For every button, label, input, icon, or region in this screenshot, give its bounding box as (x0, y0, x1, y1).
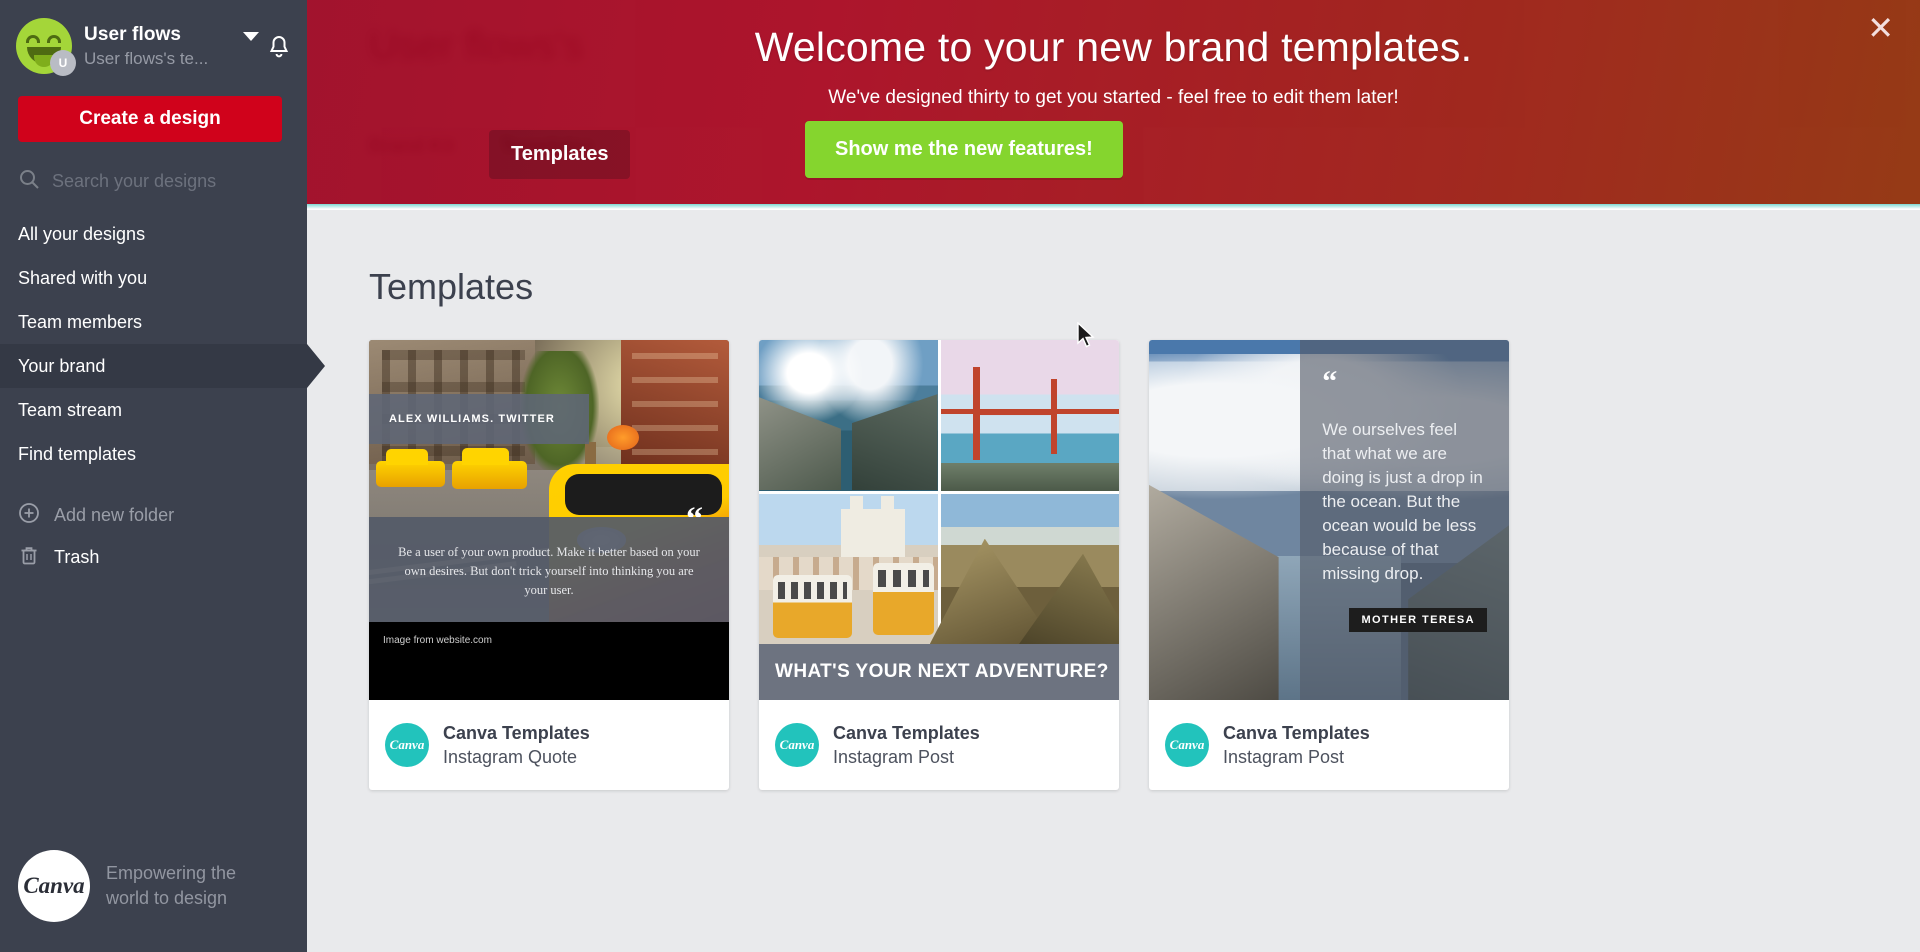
sidebar-item-add-new-folder[interactable]: Add new folder (0, 494, 307, 536)
sidebar-item-label: Your brand (18, 356, 106, 376)
attribution-bar: ALEX WILLIAMS. TWITTER (369, 394, 589, 445)
sidebar-item-all-your-designs[interactable]: All your designs (0, 212, 307, 256)
sidebar-item-find-templates[interactable]: Find templates (0, 432, 307, 476)
account-name: User flows (84, 23, 182, 45)
street-sign (606, 424, 639, 450)
card-footer: Canva Canva Templates Instagram Quote (369, 700, 729, 790)
content-area: Templates ALEX WILLIAMS. TWITTER Be a us… (307, 209, 1920, 952)
trash-icon (18, 544, 40, 571)
search-input[interactable]: Search your designs (18, 166, 291, 196)
sidebar-item-label: Shared with you (18, 268, 148, 288)
collage-photo-bridge (940, 340, 1119, 491)
attribution-text: ALEX WILLIAMS. TWITTER (389, 413, 555, 426)
canva-badge-icon: Canva (1165, 723, 1209, 767)
avatar-badge: U (50, 50, 76, 76)
avatar-eye-left (26, 35, 40, 43)
bell-icon[interactable] (267, 35, 291, 66)
credit-text: Image from website.com (383, 635, 492, 646)
search-placeholder: Search your designs (52, 170, 217, 191)
caption-text: WHAT'S YOUR NEXT ADVENTURE? (775, 661, 1109, 682)
credit-bar: Image from website.com (369, 622, 729, 700)
bridge-land (940, 463, 1119, 491)
sidebar-item-label: Add new folder (54, 504, 175, 525)
canva-tagline: Empowering the world to design (106, 863, 237, 908)
caption-bar: WHAT'S YOUR NEXT ADVENTURE? (759, 644, 1119, 700)
main-area: User flows's Brand Kit Templates Welcome… (307, 0, 1920, 952)
account-team: User flows's te... (84, 48, 209, 68)
avatar: U (16, 18, 76, 76)
account-switcher[interactable]: U User flows User flows's te... (0, 0, 307, 76)
sidebar-nav: All your designs Shared with you Team memb… (0, 212, 325, 476)
sidebar-item-team-stream[interactable]: Team stream (0, 388, 307, 432)
collage-photo-fjord (759, 340, 938, 491)
sidebar-item-trash[interactable]: Trash (0, 536, 307, 578)
collage-photo-tram (759, 493, 938, 644)
avatar-eye-right (47, 35, 61, 43)
building-right (621, 340, 729, 470)
sidebar-item-team-members[interactable]: Team members (0, 300, 307, 344)
template-thumbnail[interactable]: “ We ourselves feel that what we are doi… (1149, 340, 1509, 700)
page-title: Templates (369, 266, 534, 307)
card-author: Canva Templates (833, 722, 980, 743)
card-footer-text: Canva Templates Instagram Quote (443, 721, 590, 770)
sidebar-item-label: Team members (18, 312, 143, 332)
template-card[interactable]: “ We ourselves feel that what we are doi… (1149, 340, 1509, 790)
sidebar-item-label: Trash (54, 546, 100, 567)
card-footer: Canva Canva Templates Instagram Post (1149, 700, 1509, 790)
tab-templates[interactable]: Templates (489, 130, 631, 179)
bridge-span (940, 409, 1119, 415)
close-icon[interactable]: ✕ (1867, 12, 1894, 44)
canva-badge-icon: Canva (775, 723, 819, 767)
sidebar-item-label: Find templates (18, 444, 137, 464)
active-indicator-arrow (307, 344, 325, 388)
card-footer: Canva Canva Templates Instagram Post (759, 700, 1119, 790)
template-thumbnail[interactable]: ALEX WILLIAMS. TWITTER “ Be a user of yo… (369, 340, 729, 700)
tram-car (873, 562, 934, 635)
card-type: Instagram Post (1223, 746, 1345, 767)
announcement-banner: Welcome to your new brand templates. We'… (307, 0, 1920, 204)
sidebar-item-label: All your designs (18, 224, 146, 244)
sidebar-item-shared-with-you[interactable]: Shared with you (0, 256, 307, 300)
canva-logo: Canva (18, 850, 90, 922)
quote-text: We ourselves feel that what we are doing… (1322, 420, 1483, 583)
tram-car (773, 574, 852, 638)
taxi-cab (376, 448, 445, 487)
card-footer-text: Canva Templates Instagram Post (833, 721, 980, 770)
account-text: User flows User flows's te... (84, 23, 237, 70)
mouse-cursor (1076, 321, 1096, 355)
quote-text: Be a user of your own product. Make it b… (369, 517, 729, 622)
collage-photo-mountain (940, 493, 1119, 644)
card-author: Canva Templates (1223, 722, 1370, 743)
banner-row: Templates Show me the new features! (307, 118, 1920, 204)
sidebar-item-your-brand[interactable]: Your brand (0, 344, 325, 388)
quote-attribution: MOTHER TERESA (1349, 608, 1487, 632)
card-author: Canva Templates (443, 722, 590, 743)
card-type: Instagram Quote (443, 746, 578, 767)
taxi-cab (451, 447, 528, 490)
canva-badge-icon: Canva (385, 723, 429, 767)
search-icon (18, 168, 40, 195)
card-footer-text: Canva Templates Instagram Post (1223, 721, 1370, 770)
plus-circle-icon (18, 502, 40, 529)
template-thumbnail[interactable]: WHAT'S YOUR NEXT ADVENTURE? (759, 340, 1119, 700)
sidebar-item-label: Team stream (18, 400, 123, 420)
template-card[interactable]: ALEX WILLIAMS. TWITTER “ Be a user of yo… (369, 340, 729, 790)
sidebar: U User flows User flows's te... Create a… (0, 0, 325, 952)
quote-mark-icon: “ (1322, 365, 1338, 398)
create-a-design-button[interactable]: Create a design (18, 96, 282, 142)
chevron-down-icon[interactable] (243, 32, 259, 41)
template-card[interactable]: WHAT'S YOUR NEXT ADVENTURE? Canva Canva … (759, 340, 1119, 790)
card-type: Instagram Post (833, 746, 955, 767)
teal-divider (307, 204, 1920, 209)
templates-grid: ALEX WILLIAMS. TWITTER “ Be a user of yo… (369, 340, 1509, 790)
banner-title: Welcome to your new brand templates. (754, 24, 1473, 70)
photo-collage (759, 340, 1119, 644)
show-new-features-button[interactable]: Show me the new features! (805, 121, 1123, 178)
canva-footer: Canva Empowering the world to design (18, 850, 256, 922)
banner-subtitle: We've designed thirty to get you started… (828, 87, 1399, 108)
